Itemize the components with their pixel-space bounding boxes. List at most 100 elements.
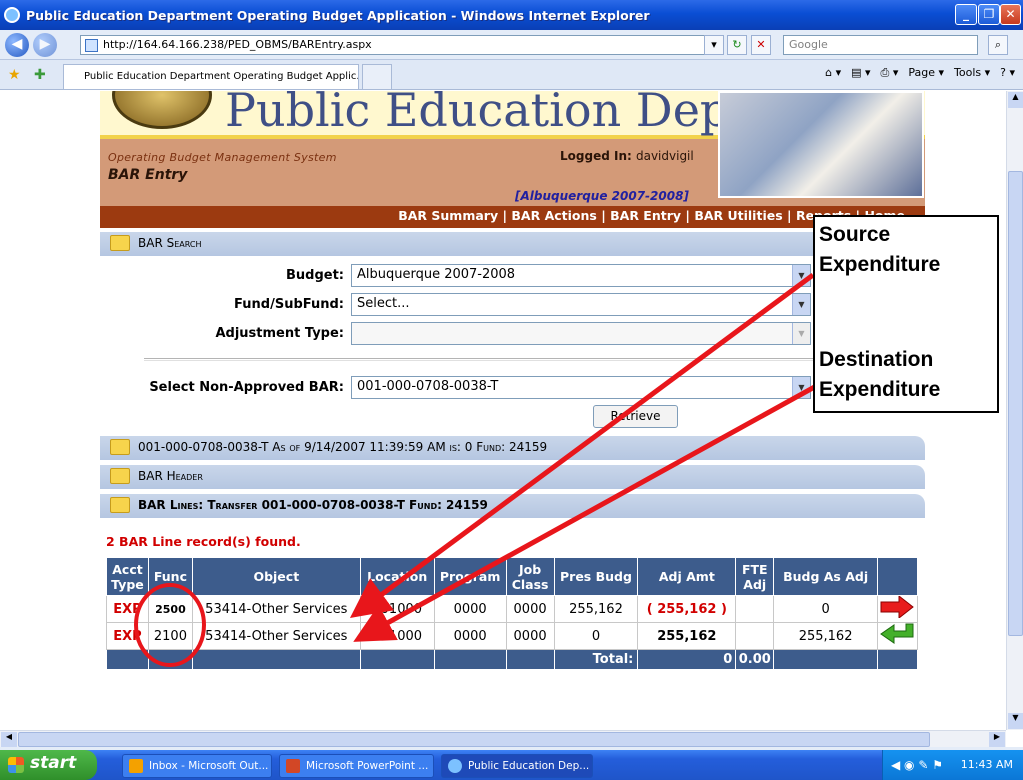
table-row[interactable]: EXP 2100 53414-Other Services 001000 000…: [106, 622, 919, 650]
windows-logo-icon: [8, 757, 24, 773]
menu-bar-utilities[interactable]: BAR Utilities: [694, 208, 782, 223]
system-tray: ◀ ◉ ✎ ⚑ 11:43 AM: [882, 750, 1023, 780]
site-header: Public Education Department Operating Bu…: [100, 91, 925, 206]
retrieve-button[interactable]: Retrieve: [593, 405, 678, 428]
print-icon[interactable]: ⎙ ▾: [881, 66, 899, 80]
fund-label: Fund/SubFund:: [234, 297, 344, 312]
cell-job-class: 0000: [505, 595, 555, 623]
stop-icon[interactable]: ✕: [751, 35, 771, 55]
cell-object: 53414-Other Services: [191, 595, 361, 623]
tab-bar: ★ ✚ Public Education Department Operatin…: [0, 60, 1023, 90]
horizontal-scroll-thumb[interactable]: [18, 732, 930, 747]
ie-icon: [448, 759, 462, 773]
red-arrow-right-icon[interactable]: [876, 594, 919, 623]
tools-menu[interactable]: Tools ▾: [954, 66, 990, 80]
cell-func: 2500: [147, 595, 193, 623]
scroll-down-icon[interactable]: ▼: [1008, 713, 1023, 729]
tab-active[interactable]: Public Education Department Operating Bu…: [63, 64, 359, 89]
total-adj: 0: [637, 649, 737, 670]
main-menu: BAR Summary | BAR Actions | BAR Entry | …: [100, 206, 925, 228]
scroll-up-icon[interactable]: ▲: [1008, 92, 1023, 108]
scroll-right-icon[interactable]: ▶: [989, 732, 1005, 747]
back-button[interactable]: ◀: [5, 33, 29, 57]
destination-expenditure-label: Destination Expenditure: [819, 348, 941, 401]
bar-search-title: BAR Search: [138, 236, 202, 250]
minimize-button[interactable]: _: [955, 4, 977, 25]
address-dropdown-icon[interactable]: ▾: [704, 35, 724, 55]
table-row[interactable]: EXP 2500 53414-Other Services 001000 000…: [106, 594, 919, 623]
divider: [144, 358, 844, 361]
home-icon[interactable]: ⌂ ▾: [825, 66, 841, 80]
address-toolbar: ◀ ▶ http://164.64.166.238/PED_OBMS/BAREn…: [0, 30, 1023, 60]
web-content: Public Education Department Operating Bu…: [0, 91, 1006, 730]
cell-program: 0000: [433, 622, 507, 650]
bar-lines-section[interactable]: BAR Lines: Transfer 001-000-0708-0038-T …: [100, 494, 925, 518]
cell-acct-type: EXP: [106, 622, 149, 650]
bar-header-title: BAR Header: [138, 469, 203, 483]
bar-info-section[interactable]: 001-000-0708-0038-T As of 9/14/2007 11:3…: [100, 436, 925, 460]
search-input[interactable]: Google: [783, 35, 978, 55]
green-arrow-return-icon[interactable]: [876, 622, 919, 650]
cell-program: 0000: [433, 595, 507, 623]
clock: 11:43 AM: [960, 758, 1013, 771]
favorites-star-icon[interactable]: ★: [8, 67, 21, 83]
cell-pres-budg: 255,162: [553, 595, 639, 623]
taskbar-powerpoint[interactable]: Microsoft PowerPoint ...: [279, 754, 434, 778]
horizontal-scrollbar[interactable]: ◀ ▶: [0, 730, 1006, 747]
col-action: [876, 557, 919, 596]
fund-select[interactable]: Select... ▼: [351, 293, 811, 316]
page-name: BAR Entry: [108, 167, 188, 183]
chevron-down-icon: ▼: [792, 323, 810, 344]
folder-icon: [110, 468, 130, 484]
cell-budg-as-adj: 255,162: [773, 622, 878, 650]
total-label: Total:: [553, 649, 639, 670]
system-name: Operating Budget Management System: [108, 151, 337, 164]
feeds-icon[interactable]: ▤ ▾: [851, 66, 870, 80]
scroll-left-icon[interactable]: ◀: [1, 732, 17, 747]
taskbar-ie[interactable]: Public Education Dep...: [441, 754, 593, 778]
bar-select[interactable]: 001-000-0708-0038-T ▼: [351, 376, 811, 399]
bar-search-section[interactable]: BAR Search: [100, 232, 925, 256]
tray-icons[interactable]: ◀ ◉ ✎ ⚑: [891, 758, 943, 772]
bar-select-label: Select Non-Approved BAR:: [149, 380, 344, 395]
maximize-button[interactable]: ❐: [978, 4, 1000, 25]
cell-object: 53414-Other Services: [191, 622, 361, 650]
col-func: Func: [147, 557, 193, 596]
col-object: Object: [191, 557, 361, 596]
col-job-class: Job Class: [505, 557, 555, 596]
state-seal-logo: [112, 91, 212, 129]
folder-icon: [110, 497, 130, 513]
address-field[interactable]: http://164.64.166.238/PED_OBMS/BAREntry.…: [80, 35, 720, 55]
menu-bar-summary[interactable]: BAR Summary: [398, 208, 498, 223]
vertical-scroll-thumb[interactable]: [1008, 171, 1023, 636]
powerpoint-icon: [286, 759, 300, 773]
forward-button[interactable]: ▶: [33, 33, 57, 57]
new-tab-button[interactable]: [362, 64, 392, 89]
help-icon[interactable]: ? ▾: [1000, 66, 1015, 80]
menu-bar-entry[interactable]: BAR Entry: [610, 208, 681, 223]
start-button[interactable]: start: [0, 750, 97, 780]
records-found: 2 BAR Line record(s) found.: [106, 534, 301, 549]
cell-adj-amt: 255,162: [637, 622, 737, 650]
adjustment-label: Adjustment Type:: [215, 326, 344, 341]
chevron-down-icon: ▼: [792, 265, 810, 286]
close-button[interactable]: ✕: [1000, 4, 1021, 25]
cell-adj-amt: ( 255,162 ): [637, 595, 737, 623]
taskbar-outlook[interactable]: Inbox - Microsoft Out...: [122, 754, 272, 778]
total-fte: 0.00: [735, 649, 775, 670]
col-location: Location: [359, 557, 435, 596]
add-favorite-icon[interactable]: ✚: [34, 67, 46, 83]
outlook-icon: [129, 759, 143, 773]
bar-header-section[interactable]: BAR Header: [100, 465, 925, 489]
col-acct-type: Acct Type: [106, 557, 149, 596]
vertical-scrollbar[interactable]: ▲ ▼: [1006, 91, 1023, 730]
page-menu[interactable]: Page ▾: [908, 66, 944, 80]
budget-select[interactable]: Albuquerque 2007-2008 ▼: [351, 264, 811, 287]
address-url: http://164.64.166.238/PED_OBMS/BAREntry.…: [103, 38, 372, 51]
adjustment-select[interactable]: ▼: [351, 322, 811, 345]
menu-bar-actions[interactable]: BAR Actions: [511, 208, 596, 223]
search-icon[interactable]: ⌕: [988, 35, 1008, 55]
window-title: Public Education Department Operating Bu…: [26, 7, 650, 23]
district-label: [Albuquerque 2007-2008]: [515, 189, 689, 203]
refresh-icon[interactable]: ↻: [727, 35, 747, 55]
